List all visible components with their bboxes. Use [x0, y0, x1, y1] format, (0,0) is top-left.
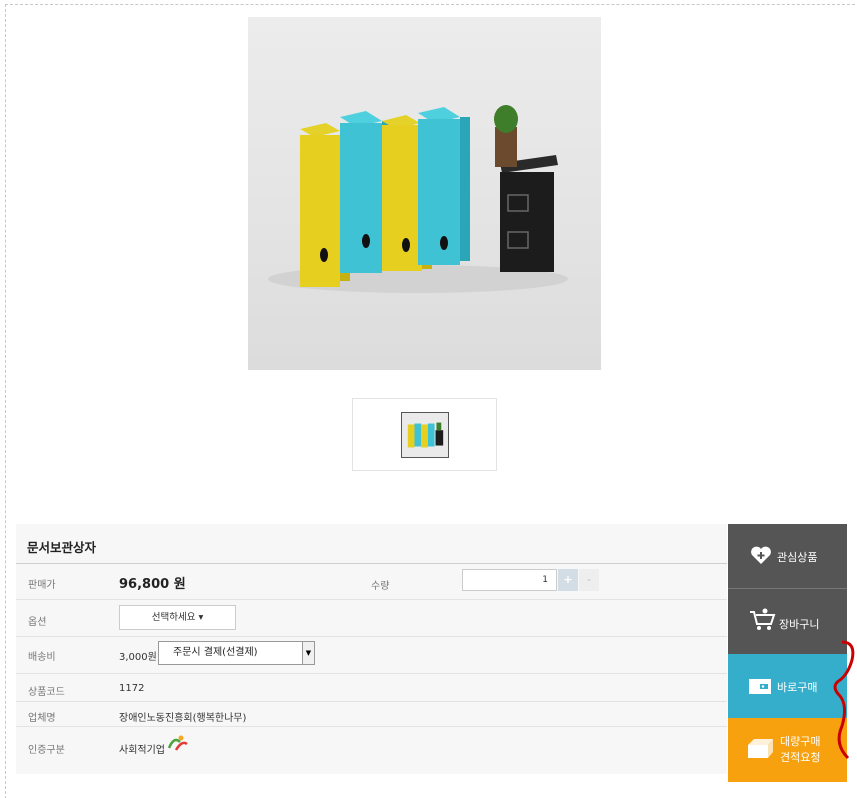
wishlist-button[interactable]: 관심상품	[728, 524, 847, 588]
price-label: 판매가	[28, 580, 56, 591]
wallet-icon	[748, 677, 772, 698]
price-value: 96,800 원	[119, 577, 186, 592]
quantity-minus-button[interactable]: -	[579, 569, 599, 591]
product-thumbnail[interactable]	[401, 412, 449, 458]
thumbnail-strip	[352, 398, 497, 471]
option-select-button[interactable]: 선택하세요 ▾	[119, 605, 236, 630]
red-bracket-annotation	[818, 640, 857, 760]
shipping-select-value: 주문시 결제(선결제)	[173, 647, 258, 658]
product-title: 문서보관상자	[27, 540, 97, 555]
title-divider	[16, 563, 727, 564]
vendor-label: 업체명	[28, 713, 56, 724]
shipping-payment-select[interactable]: 주문시 결제(선결제) ▼	[158, 641, 315, 665]
buy-now-label: 바로구매	[777, 681, 818, 694]
product-info-panel: 문서보관상자 판매가 96,800 원 수량 1 + - 옵션 선택하세요 ▾ …	[16, 524, 727, 774]
row-divider	[16, 636, 727, 637]
product-main-image	[248, 17, 601, 370]
heart-plus-icon	[750, 546, 772, 568]
shipping-fee: 3,000원	[119, 652, 157, 663]
product-code-label: 상품코드	[28, 687, 65, 698]
cart-label: 장바구니	[779, 618, 820, 631]
vendor-name: 장애인노동진흥회(행복한나무)	[119, 713, 247, 724]
wishlist-label: 관심상품	[777, 551, 818, 564]
product-code: 1172	[119, 683, 145, 694]
box-icon	[746, 737, 774, 762]
quantity-label: 수량	[371, 581, 390, 592]
certification-label: 인증구분	[28, 745, 65, 756]
bulk-label-line2: 견적요청	[780, 751, 821, 764]
row-divider	[16, 701, 727, 702]
quantity-input[interactable]: 1	[462, 569, 557, 591]
certification-value: 사회적기업	[119, 745, 165, 756]
shopping-cart-icon	[748, 608, 776, 635]
shipping-label: 배송비	[28, 652, 56, 663]
option-label: 옵션	[28, 617, 47, 628]
quantity-plus-button[interactable]: +	[558, 569, 578, 591]
bulk-label-line1: 대량구매	[780, 735, 821, 748]
row-divider	[16, 726, 727, 727]
social-enterprise-logo-icon	[166, 734, 190, 754]
dropdown-arrow-icon: ▼	[302, 642, 314, 664]
row-divider	[16, 599, 727, 600]
row-divider	[16, 673, 727, 674]
